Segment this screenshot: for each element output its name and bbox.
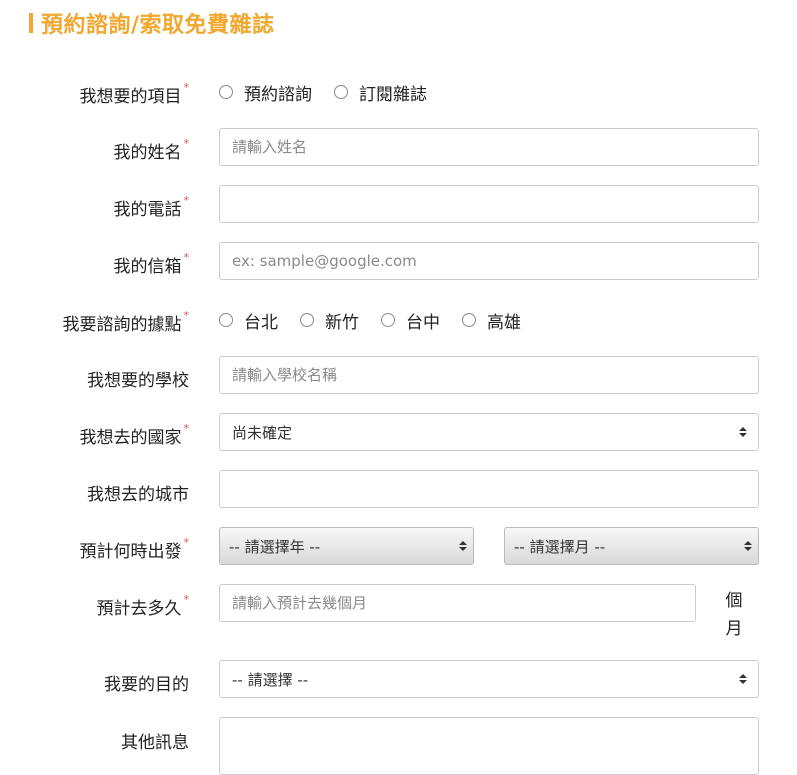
purpose-select-value: -- 請選擇 -- (232, 670, 309, 689)
radio-circle-icon[interactable] (334, 85, 348, 99)
radio-label: 訂閱雜誌 (359, 84, 427, 105)
form-row-school: 我想要的學校 (0, 356, 797, 394)
message-label: 其他訊息 (121, 733, 189, 753)
title-accent-bar (29, 13, 33, 33)
radio-label: 台北 (244, 312, 278, 333)
radio-option-kaohsiung[interactable]: 高雄 (462, 308, 521, 333)
email-input[interactable] (219, 242, 759, 280)
duration-unit: 個 月 (724, 587, 744, 643)
form-row-country: 我想去的國家 * 尚未確定 (0, 413, 797, 451)
name-input[interactable] (219, 128, 759, 166)
depart-label: 預計何時出發 * (79, 536, 190, 562)
page-title: 預約諮詢/索取免費雜誌 (29, 9, 275, 38)
form-row-duration: 預計去多久* 個 月 (0, 584, 797, 644)
unit-char: 月 (725, 619, 743, 639)
required-mark: * (183, 536, 190, 549)
page-title-text: 預約諮詢/索取免費雜誌 (41, 13, 275, 38)
item-radio-group: 預約諮詢 訂閱雜誌 (219, 80, 449, 105)
radio-option-magazine[interactable]: 訂閱雜誌 (334, 80, 427, 105)
city-label: 我想去的城市 (87, 485, 189, 505)
form-row-city: 我想去的城市 (0, 470, 797, 508)
duration-input[interactable] (219, 584, 696, 622)
form-row-item: 我想要的項目 * 預約諮詢 訂閱雜誌 (0, 80, 797, 107)
radio-label: 台中 (406, 312, 440, 333)
item-label: 我想要的項目 * (79, 81, 190, 107)
purpose-label: 我要的目的 (104, 675, 189, 695)
radio-option-taichung[interactable]: 台中 (381, 308, 440, 333)
radio-label: 預約諮詢 (244, 84, 312, 105)
radio-option-taipei[interactable]: 台北 (219, 308, 278, 333)
purpose-select[interactable]: -- 請選擇 -- (219, 660, 759, 698)
radio-label: 新竹 (325, 312, 359, 333)
radio-circle-icon[interactable] (381, 313, 395, 327)
school-label: 我想要的學校 (87, 371, 189, 391)
name-label: 我的姓名 * (113, 137, 190, 163)
required-mark: * (183, 81, 190, 94)
required-mark: * (183, 194, 190, 207)
required-mark: * (183, 309, 190, 322)
form-row-branch: 我要諮詢的據點 * 台北 新竹 台中 高雄 (0, 308, 797, 335)
country-label: 我想去的國家 * (79, 422, 190, 448)
country-select-value: 尚未確定 (232, 423, 293, 442)
phone-label: 我的電話 * (113, 194, 190, 220)
required-mark: * (183, 422, 190, 435)
city-input[interactable] (219, 470, 759, 508)
depart-month-select[interactable]: -- 請選擇月 -- (504, 527, 759, 565)
branch-label: 我要諮詢的據點 * (62, 309, 190, 335)
form-row-purpose: 我要的目的 -- 請選擇 -- (0, 660, 797, 698)
school-input[interactable] (219, 356, 759, 394)
month-select-value: -- 請選擇月 -- (514, 537, 606, 556)
radio-label: 高雄 (487, 312, 521, 333)
year-select-value: -- 請選擇年 -- (229, 537, 321, 556)
form-row-name: 我的姓名 * (0, 128, 797, 166)
radio-circle-icon[interactable] (219, 313, 233, 327)
radio-circle-icon[interactable] (462, 313, 476, 327)
form-row-depart: 預計何時出發 * -- 請選擇年 -- -- 請選擇月 -- (0, 527, 797, 565)
radio-circle-icon[interactable] (219, 85, 233, 99)
message-textarea[interactable] (219, 717, 759, 775)
required-mark: * (183, 593, 190, 606)
unit-char: 個 (725, 591, 743, 611)
select-arrows-icon (739, 674, 747, 684)
radio-circle-icon[interactable] (300, 313, 314, 327)
select-arrows-icon (744, 541, 752, 551)
required-mark: * (183, 137, 190, 150)
duration-label: 預計去多久 * (96, 593, 190, 619)
branch-radio-group: 台北 新竹 台中 高雄 (219, 308, 543, 333)
country-select[interactable]: 尚未確定 (219, 413, 759, 451)
form-row-email: 我的信箱 * (0, 242, 797, 280)
radio-option-consult[interactable]: 預約諮詢 (219, 80, 312, 105)
select-arrows-icon (459, 541, 467, 551)
select-arrows-icon (739, 427, 747, 437)
radio-option-hsinchu[interactable]: 新竹 (300, 308, 359, 333)
email-label: 我的信箱 * (113, 251, 190, 277)
form-row-phone: 我的電話 * (0, 185, 797, 223)
depart-year-select[interactable]: -- 請選擇年 -- (219, 527, 474, 565)
phone-input[interactable] (219, 185, 759, 223)
required-mark: * (183, 251, 190, 264)
